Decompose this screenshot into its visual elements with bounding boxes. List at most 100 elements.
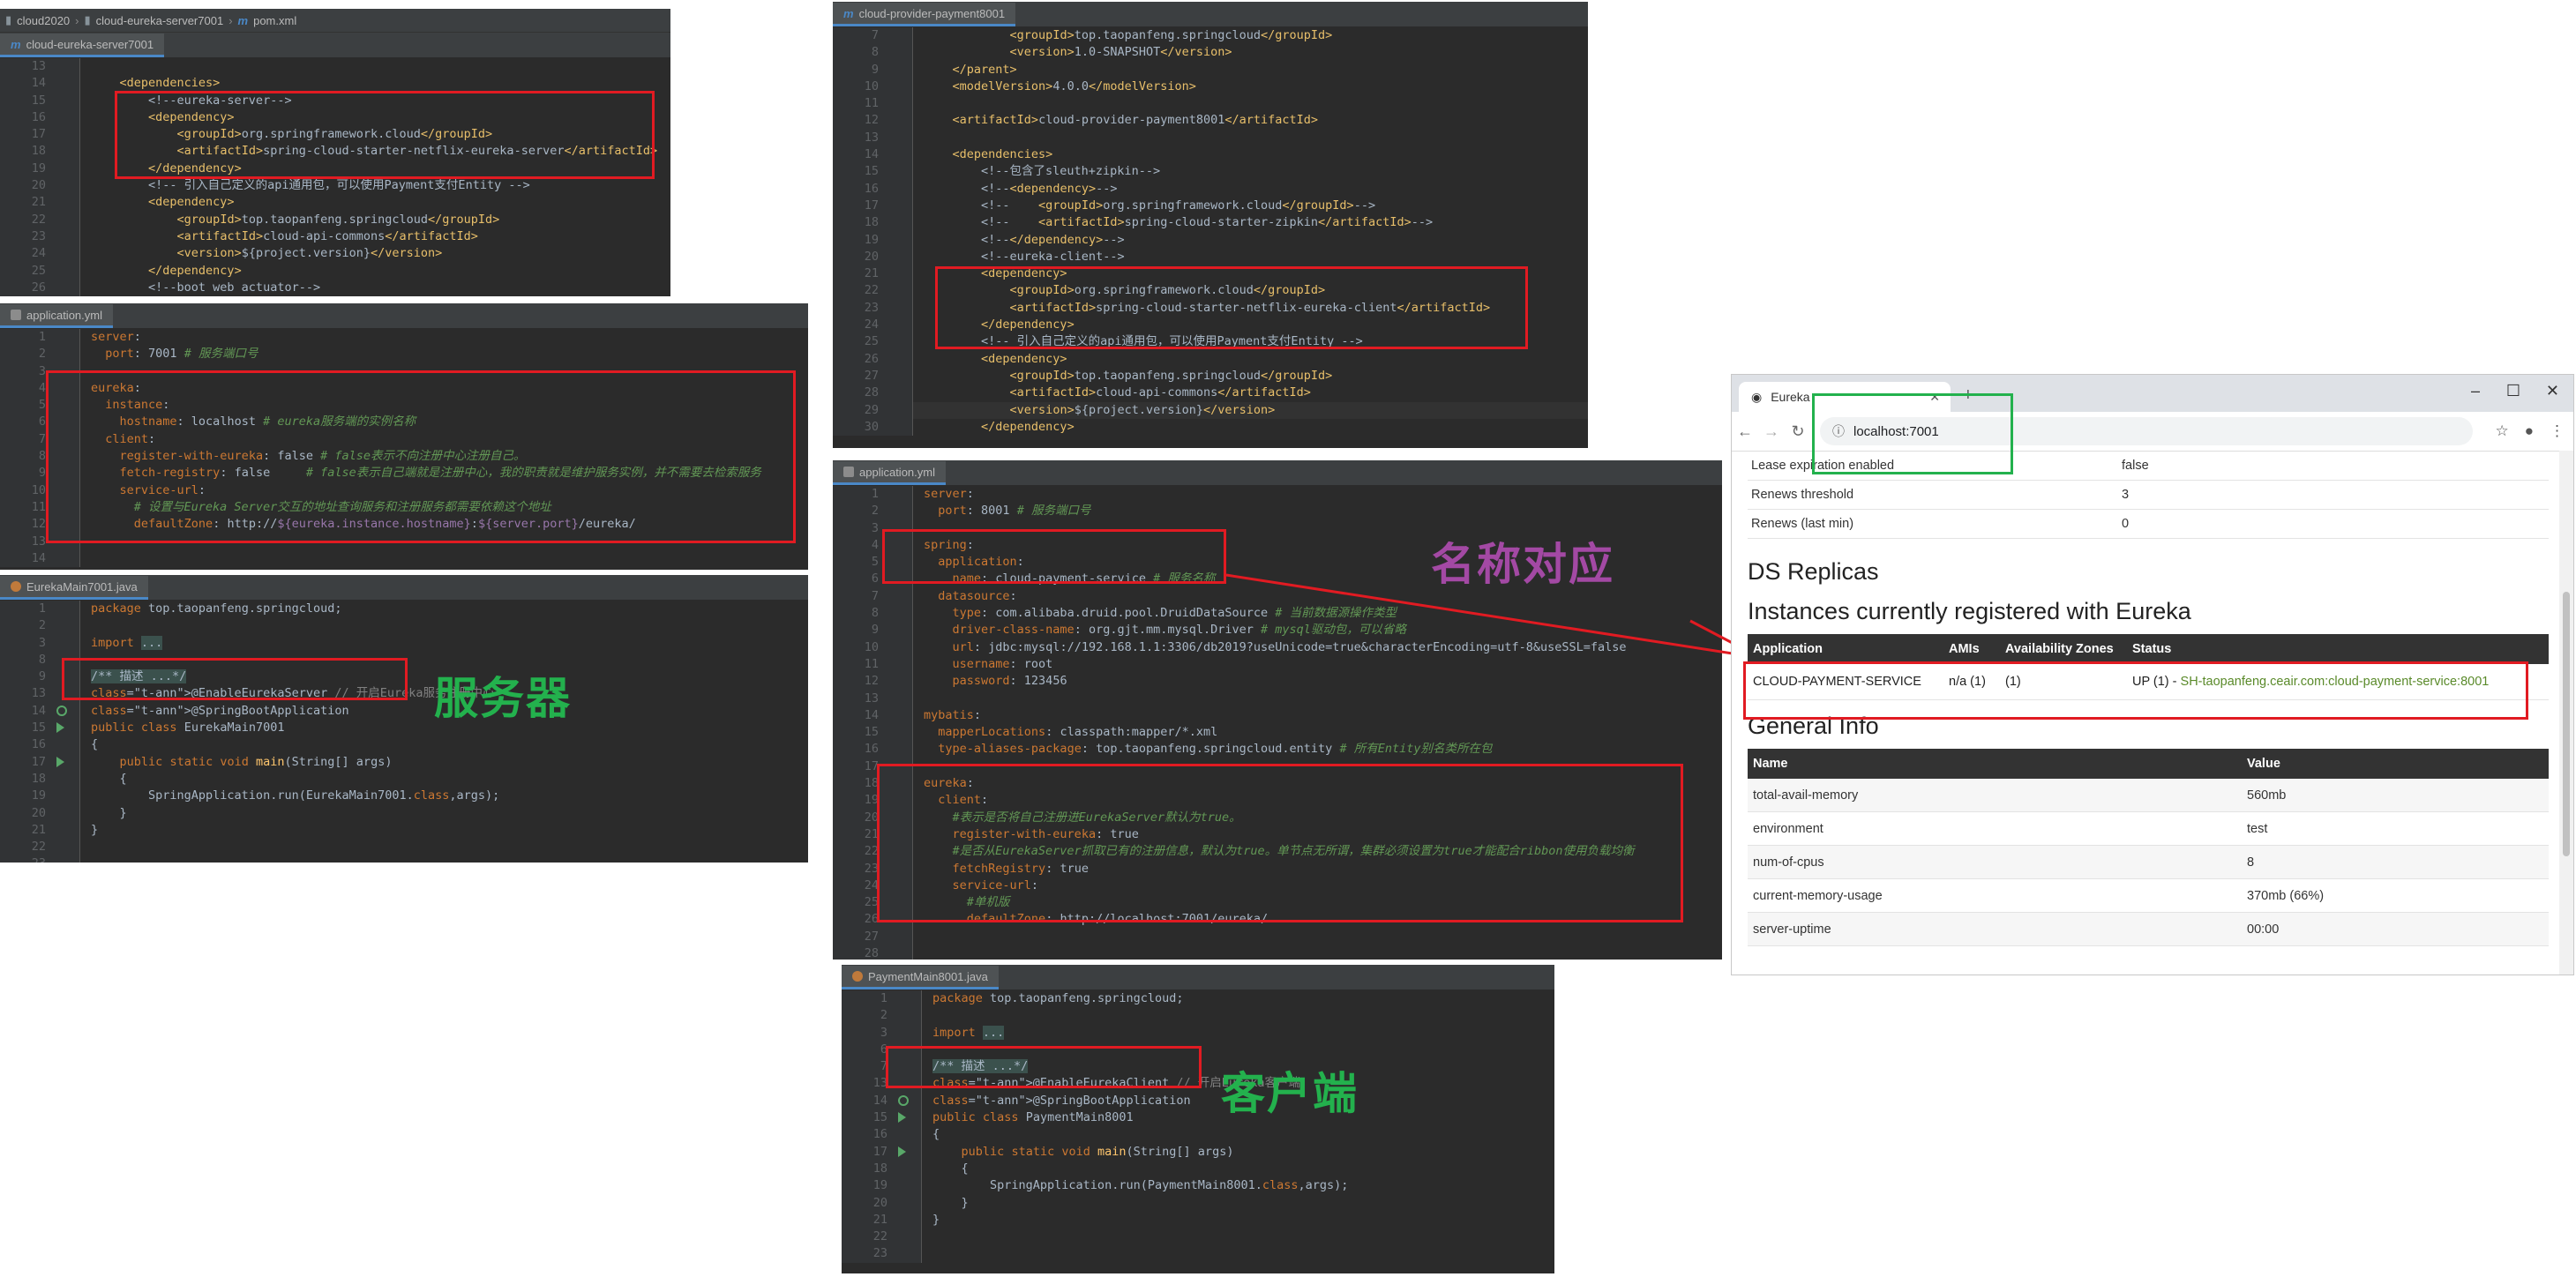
gutter (895, 1211, 922, 1229)
line-number: 15 (842, 1109, 895, 1127)
window-close-icon[interactable]: ✕ (2546, 382, 2559, 400)
reload-icon[interactable]: ↻ (1785, 422, 1811, 441)
row-value: 370mb (66%) (2247, 888, 2325, 903)
line-number: 17 (842, 1143, 895, 1161)
col-status: Status (2132, 642, 2172, 656)
line-number: 1 (842, 990, 895, 1008)
general-info-table: total-avail-memory 560mb environment test nu… (1748, 779, 2549, 946)
row-key: total-avail-memory (1753, 788, 1859, 803)
java-class-icon (852, 971, 863, 982)
gutter (895, 1143, 922, 1161)
spring-bean-icon[interactable] (898, 1094, 909, 1106)
line-number: 3 (842, 1024, 895, 1042)
code-text: } (932, 1195, 969, 1210)
code-line[interactable]: 21} (842, 1211, 1554, 1229)
code-editor[interactable]: 1 package top.taopanfeng.springcloud; 2 3 im… (842, 990, 1554, 1263)
code-line[interactable]: 23 (842, 1245, 1554, 1263)
row-value: 00:00 (2247, 922, 2280, 937)
gutter (895, 1177, 922, 1195)
code-line[interactable]: 22 (842, 1228, 1554, 1246)
row-value: 0 (2122, 517, 2130, 531)
table-row: current-memory-usage 370mb (66%) (1748, 879, 2549, 913)
run-icon[interactable] (898, 1146, 906, 1157)
code-text: public static void main(String[] args) (961, 1144, 1234, 1159)
code-text: public class PaymentMain8001 (932, 1110, 1134, 1125)
row-value: 8 (2247, 855, 2255, 870)
code-line[interactable]: 17 public static void main(String[] args… (842, 1143, 1554, 1161)
code-text: class="t-ann">@SpringBootApplication (932, 1093, 1191, 1108)
gutter (895, 1007, 922, 1025)
menu-icon[interactable]: ⋮ (2550, 422, 2565, 440)
line-number: 21 (842, 1211, 895, 1229)
gutter (895, 1245, 922, 1263)
gutter (895, 1160, 922, 1178)
star-icon[interactable]: ☆ (2495, 422, 2508, 440)
maximize-icon[interactable]: ☐ (2506, 382, 2520, 400)
row-value: 3 (2122, 488, 2130, 502)
line-number: 22 (842, 1228, 895, 1246)
client-label: 客户端 (1221, 1068, 1359, 1119)
line-number: 19 (842, 1177, 895, 1195)
client-main-panel: PaymentMain8001.java 1 package top.taopan… (842, 965, 1554, 1273)
table-row: Renews (last min) 0 (1748, 510, 2549, 539)
code-line[interactable]: 20 } (842, 1194, 1554, 1212)
highlight-registered-instance (1743, 661, 2528, 720)
row-value: test (2247, 821, 2268, 836)
row-key: server-uptime (1753, 922, 1831, 937)
code-line[interactable]: 15 public class PaymentMain8001 (842, 1109, 1554, 1127)
line-number: 14 (842, 1092, 895, 1110)
row-key: Renews (last min) (1751, 517, 1854, 531)
gutter (895, 1194, 922, 1212)
col-value: Value (2247, 757, 2280, 771)
code-line[interactable]: 3 import ... (842, 1024, 1554, 1042)
gutter (895, 1109, 922, 1127)
gutter (895, 990, 922, 1008)
highlight-url (1812, 393, 2013, 474)
back-icon[interactable]: ← (1732, 422, 1758, 441)
gutter (895, 1024, 922, 1042)
browser-tab-title: Eureka (1771, 390, 1810, 404)
general-info-header: Name Value (1748, 749, 2549, 779)
col-name: Name (1753, 757, 1788, 771)
gutter (895, 1092, 922, 1110)
row-key: num-of-cpus (1753, 855, 1824, 870)
table-row: server-uptime 00:00 (1748, 913, 2549, 946)
table-row: Renews threshold 3 (1748, 481, 2549, 510)
forward-icon[interactable]: → (1758, 422, 1785, 441)
code-line[interactable]: 2 (842, 1007, 1554, 1025)
code-line[interactable]: 14 class="t-ann">@SpringBootApplication (842, 1092, 1554, 1110)
row-value: false (2122, 459, 2149, 473)
minimize-icon[interactable]: – (2471, 382, 2480, 400)
highlight-enable-eureka-client (886, 1046, 1202, 1088)
code-text: { (932, 1161, 969, 1176)
line-number: 16 (842, 1126, 895, 1144)
code-line[interactable]: 19 SpringApplication.run(PaymentMain8001… (842, 1177, 1554, 1195)
instances-table-header: Application AMIs Availability Zones Stat… (1748, 634, 2549, 664)
line-number: 23 (842, 1245, 895, 1263)
run-icon[interactable] (898, 1112, 906, 1124)
scrollbar-thumb[interactable] (2563, 592, 2570, 856)
gutter (895, 1228, 922, 1246)
table-row: num-of-cpus 8 (1748, 846, 2549, 879)
col-amis: AMIs (1949, 642, 1980, 656)
code-text: } (932, 1212, 940, 1227)
table-row: total-avail-memory 560mb (1748, 779, 2549, 812)
row-value: 560mb (2247, 788, 2287, 803)
code-text: import ... (932, 1025, 1005, 1040)
scrollbar[interactable] (2559, 451, 2573, 975)
code-line[interactable]: 18 { (842, 1160, 1554, 1178)
code-text: package top.taopanfeng.springcloud; (932, 991, 1184, 1005)
row-key: Renews threshold (1751, 488, 1854, 502)
instances-heading: Instances currently registered with Eure… (1748, 598, 2191, 624)
code-line[interactable]: 16 { (842, 1126, 1554, 1144)
col-application: Application (1753, 642, 1823, 656)
profile-icon[interactable]: ● (2525, 422, 2534, 440)
ds-replicas-heading: DS Replicas (1748, 558, 1879, 585)
table-row: environment test (1748, 812, 2549, 846)
line-number: 18 (842, 1160, 895, 1178)
tab-client-main[interactable]: PaymentMain8001.java (842, 966, 999, 989)
code-text: { (932, 1127, 940, 1142)
code-line[interactable]: 1 package top.taopanfeng.springcloud; (842, 990, 1554, 1008)
